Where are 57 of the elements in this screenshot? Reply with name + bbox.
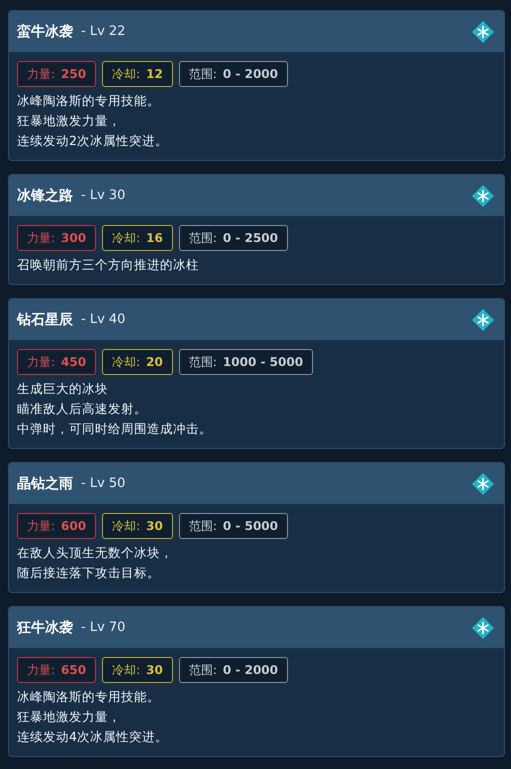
stat-label: 冷却: [112,230,140,246]
stat-value: 20 [146,355,163,369]
stat-value: 12 [146,67,163,81]
stat-value: 450 [61,355,86,369]
stat-value: 30 [146,663,163,677]
skill-name: 钻石星辰 [17,310,73,328]
description-line: 生成巨大的冰块 [17,380,109,398]
stat-value: 0 - 2000 [222,663,278,677]
description-line: 狂暴地激发力量， [17,708,122,726]
description-line: 狂暴地激发力量， [17,112,122,130]
skill-level: - Lv 30 [81,188,126,203]
description-line: 在敌人头顶生无数个冰块， [17,544,174,562]
skill-name: 晶钻之雨 [17,474,73,492]
stat-label: 冷却: [112,354,140,370]
stat-label: 力量: [27,518,56,534]
stat-label: 范围: [188,518,217,534]
stat-label: 范围: [188,354,217,370]
description-line: 冰峰陶洛斯的专用技能。 [17,92,161,110]
stat-value: 0 - 5000 [222,519,278,533]
stat-value: 1000 - 5000 [222,355,304,369]
stat-value: 300 [61,231,86,245]
skill-level: - Lv 22 [81,24,126,39]
stat-value: 250 [61,67,86,81]
stat-label: 力量: [27,662,56,678]
description-line: 瞄准敌人后高速发射。 [17,400,148,418]
snowflake-icon [471,20,495,44]
description-line: 连续发动2次冰属性突进。 [17,132,169,150]
stat-value: 600 [61,519,86,533]
stat-label: 力量: [27,230,56,246]
stat-value: 0 - 2000 [222,67,278,81]
stat-label: 范围: [188,662,217,678]
stat-label: 范围: [188,66,217,82]
snowflake-icon [471,184,495,208]
description-line: 召唤朝前方三个方向推进的冰柱 [17,256,200,274]
stat-value: 30 [146,519,163,533]
stat-value: 650 [61,663,86,677]
stat-label: 冷却: [112,66,140,82]
description-line: 随后接连落下攻击目标。 [17,564,161,582]
description-line: 冰峰陶洛斯的专用技能。 [17,688,161,706]
stat-value: 16 [146,231,163,245]
stat-label: 力量: [27,66,56,82]
description-line: 连续发动4次冰属性突进。 [17,728,169,746]
snowflake-icon [471,616,495,640]
snowflake-icon [471,308,495,332]
stat-label: 冷却: [112,518,140,534]
description-line: 中弹时，可同时给周围造成冲击。 [17,420,213,438]
stat-label: 冷却: [112,662,140,678]
skill-name: 狂牛冰袭 [17,618,73,636]
skill-name: 蛮牛冰袭 [17,22,73,40]
skill-level: - Lv 40 [81,312,126,327]
skill-level: - Lv 50 [81,476,126,491]
stat-value: 0 - 2500 [222,231,278,245]
snowflake-icon [471,472,495,496]
stat-label: 力量: [27,354,56,370]
stat-label: 范围: [188,230,217,246]
skill-name: 冰锋之路 [17,186,73,204]
skill-level: - Lv 70 [81,620,126,635]
